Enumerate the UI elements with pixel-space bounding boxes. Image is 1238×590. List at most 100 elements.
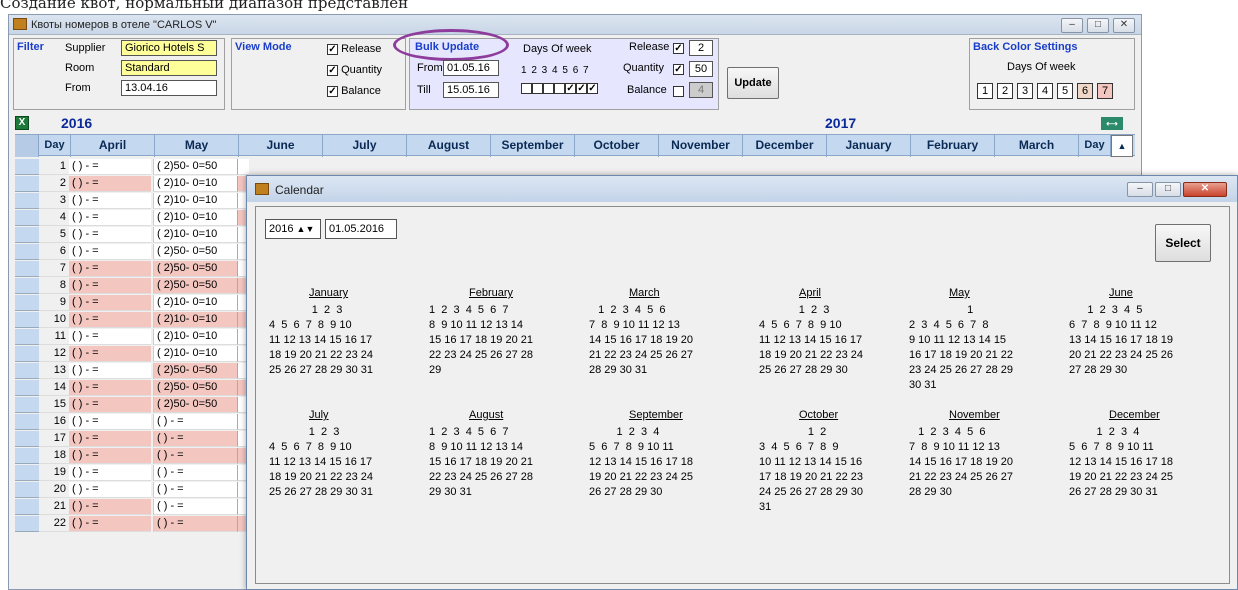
month-week-row[interactable]: 26 27 28 29 30 31: [1069, 485, 1158, 500]
supplier-field[interactable]: Giorico Hotels S: [121, 40, 217, 56]
quantity-checkbox[interactable]: ✓ Quantity: [327, 64, 382, 76]
dow-checkbox[interactable]: [521, 82, 532, 94]
month-week-row[interactable]: 12 13 14 15 16 17 18: [589, 455, 693, 470]
col-april[interactable]: April: [71, 135, 155, 157]
scroll-up-button[interactable]: ▲: [1111, 135, 1133, 157]
month-week-row[interactable]: 4 5 6 7 8 9 10: [269, 318, 352, 333]
close-button[interactable]: ✕: [1113, 18, 1135, 33]
row-header[interactable]: [15, 261, 39, 277]
month-week-row[interactable]: 1 2: [759, 425, 826, 440]
month-week-row[interactable]: 1 2 3 4 5 6 7: [429, 303, 509, 318]
cell-may[interactable]: ( ) - =: [153, 482, 237, 498]
month-week-row[interactable]: 25 26 27 28 29 30: [759, 363, 848, 378]
calendar-maximize-button[interactable]: □: [1155, 182, 1181, 197]
cell-april[interactable]: ( ) - =: [69, 380, 151, 396]
date-field[interactable]: 01.05.2016: [325, 219, 397, 239]
month-week-row[interactable]: 4 5 6 7 8 9 10: [269, 440, 352, 455]
calendar-close-button[interactable]: ✕: [1183, 182, 1227, 197]
month-name-december[interactable]: December: [1109, 409, 1160, 421]
cell-april[interactable]: ( ) - =: [69, 176, 151, 192]
month-week-row[interactable]: 2 3 4 5 6 7 8: [909, 318, 989, 333]
bulk-release-field[interactable]: 2: [689, 40, 713, 56]
bulk-quantity-checkbox[interactable]: ✓: [673, 64, 684, 75]
month-week-row[interactable]: 12 13 14 15 16 17 18: [1069, 455, 1173, 470]
cell-april[interactable]: ( ) - =: [69, 397, 151, 413]
month-week-row[interactable]: 11 12 13 14 15 16 17: [759, 333, 862, 348]
col-may[interactable]: May: [155, 135, 239, 157]
month-week-row[interactable]: 11 12 13 14 15 16 17: [269, 455, 372, 470]
cell-may[interactable]: ( 2)50- 0=50: [153, 380, 237, 396]
month-week-row[interactable]: 29 30 31: [429, 485, 472, 500]
bulk-quantity-field[interactable]: 50: [689, 61, 713, 77]
month-name-november[interactable]: November: [949, 409, 1000, 421]
bulk-release-checkbox[interactable]: ✓: [673, 43, 684, 54]
dow-checkbox[interactable]: ✓: [587, 82, 598, 94]
month-week-row[interactable]: 21 22 23 24 25 26 27: [909, 470, 1013, 485]
month-week-row[interactable]: 13 14 15 16 17 18 19: [1069, 333, 1173, 348]
maximize-button[interactable]: □: [1087, 18, 1109, 33]
cell-may[interactable]: ( 2)50- 0=50: [153, 363, 237, 379]
excel-export-icon[interactable]: X: [15, 116, 29, 130]
month-week-row[interactable]: 31: [759, 500, 771, 515]
cell-april[interactable]: ( ) - =: [69, 346, 151, 362]
col-march[interactable]: March: [995, 135, 1079, 157]
dow-color-4[interactable]: 4: [1037, 83, 1053, 99]
cell-april[interactable]: ( ) - =: [69, 448, 151, 464]
release-checkbox[interactable]: ✓ Release: [327, 43, 381, 55]
row-header[interactable]: [15, 499, 39, 515]
cell-may[interactable]: ( 2)10- 0=10: [153, 176, 237, 192]
row-header[interactable]: [15, 329, 39, 345]
expand-columns-icon[interactable]: ⟷: [1101, 117, 1123, 130]
month-week-row[interactable]: 1 2 3: [269, 303, 343, 318]
cell-may[interactable]: ( ) - =: [153, 499, 237, 515]
month-week-row[interactable]: 1 2 3 4: [589, 425, 660, 440]
cell-may[interactable]: ( 2)50- 0=50: [153, 261, 237, 277]
cell-may[interactable]: ( ) - =: [153, 448, 237, 464]
month-name-january[interactable]: January: [309, 287, 348, 299]
dow-color-1[interactable]: 1: [977, 83, 993, 99]
month-week-row[interactable]: 1 2 3 4 5 6: [589, 303, 665, 318]
month-name-august[interactable]: August: [469, 409, 503, 421]
cell-april[interactable]: ( ) - =: [69, 312, 151, 328]
month-week-row[interactable]: 9 10 11 12 13 14 15: [909, 333, 1006, 348]
col-february[interactable]: February: [911, 135, 995, 157]
row-header[interactable]: [15, 346, 39, 362]
month-week-row[interactable]: 25 26 27 28 29 30 31: [269, 363, 373, 378]
col-july[interactable]: July: [323, 135, 407, 157]
cell-may[interactable]: ( 2)10- 0=10: [153, 346, 237, 362]
month-week-row[interactable]: 5 6 7 8 9 10 11: [1069, 440, 1154, 455]
month-name-september[interactable]: September: [629, 409, 683, 421]
month-name-february[interactable]: February: [469, 287, 513, 299]
month-week-row[interactable]: 22 23 24 25 26 27 28: [429, 470, 533, 485]
dow-color-3[interactable]: 3: [1017, 83, 1033, 99]
select-button[interactable]: Select: [1155, 224, 1211, 262]
cell-may[interactable]: ( 2)10- 0=10: [153, 329, 237, 345]
month-week-row[interactable]: 6 7 8 9 10 11 12: [1069, 318, 1157, 333]
dow-checkbox[interactable]: [532, 82, 543, 94]
month-name-july[interactable]: July: [309, 409, 329, 421]
month-week-row[interactable]: 26 27 28 29 30: [589, 485, 662, 500]
month-week-row[interactable]: 8 9 10 11 12 13 14: [429, 440, 523, 455]
month-week-row[interactable]: 30 31: [909, 378, 937, 393]
cell-april[interactable]: ( ) - =: [69, 363, 151, 379]
month-week-row[interactable]: 24 25 26 27 28 29 30: [759, 485, 863, 500]
month-name-october[interactable]: October: [799, 409, 838, 421]
row-header[interactable]: [15, 210, 39, 226]
month-name-april[interactable]: April: [799, 287, 821, 299]
row-header[interactable]: [15, 414, 39, 430]
month-week-row[interactable]: 15 16 17 18 19 20 21: [429, 333, 533, 348]
month-week-row[interactable]: 1: [909, 303, 973, 318]
month-week-row[interactable]: 15 16 17 18 19 20 21: [429, 455, 533, 470]
cell-april[interactable]: ( ) - =: [69, 244, 151, 260]
month-week-row[interactable]: 4 5 6 7 8 9 10: [759, 318, 842, 333]
month-week-row[interactable]: 29: [429, 363, 441, 378]
dow-color-5[interactable]: 5: [1057, 83, 1073, 99]
cell-april[interactable]: ( ) - =: [69, 414, 151, 430]
cell-may[interactable]: ( ) - =: [153, 516, 237, 532]
dow-color-7[interactable]: 7: [1097, 83, 1113, 99]
row-header[interactable]: [15, 448, 39, 464]
cell-may[interactable]: ( 2)10- 0=10: [153, 295, 237, 311]
spinner-arrows-icon[interactable]: ▲▼: [297, 224, 315, 234]
cell-may[interactable]: ( 2)50- 0=50: [153, 159, 237, 175]
month-week-row[interactable]: 1 2 3 4: [1069, 425, 1140, 440]
